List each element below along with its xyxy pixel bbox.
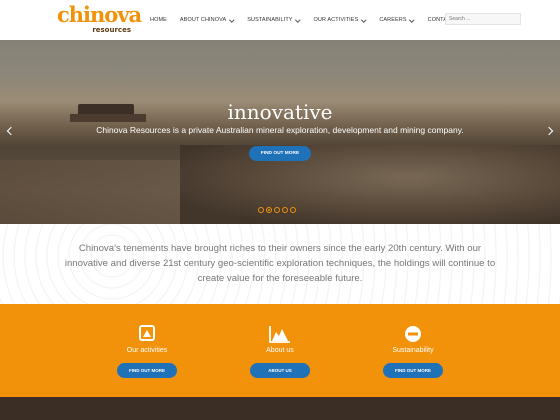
- slider-dots: [258, 207, 296, 213]
- slider-next-arrow-icon[interactable]: [546, 126, 554, 136]
- our-activities-find-out-more-button[interactable]: FIND OUT MORE: [117, 363, 177, 378]
- slider-dot-3[interactable]: [274, 207, 280, 213]
- triangle-box-icon: [139, 325, 155, 341]
- feature-label: About us: [266, 347, 294, 354]
- chevron-down-icon: [229, 18, 234, 23]
- nav-item-home[interactable]: HOME: [150, 17, 167, 23]
- nav-item-our-activities[interactable]: OUR ACTIVITIES: [314, 17, 367, 23]
- chevron-down-icon: [361, 18, 366, 23]
- hero-title: innovative: [227, 100, 333, 124]
- footer-image-strip: [0, 397, 560, 420]
- sustainability-find-out-more-button[interactable]: FIND OUT MORE: [383, 363, 443, 378]
- feature-sustainability: Sustainability FIND OUT MORE: [353, 304, 473, 397]
- feature-about-us: About us ABOUT US: [220, 304, 340, 397]
- hero-text: Chinova Resources is a private Australia…: [96, 125, 464, 135]
- hero-background-mine-pit: [180, 145, 560, 224]
- chinova-logo[interactable]: chinova resources: [57, 3, 142, 35]
- chevron-down-icon: [296, 18, 301, 23]
- about-us-button[interactable]: ABOUT US: [250, 363, 310, 378]
- site-header: chinova resources HOME ABOUT CHINOVA SUS…: [0, 0, 560, 40]
- minus-circle-icon: [405, 326, 421, 342]
- intro-text: Chinova’s tenements have brought riches …: [64, 243, 496, 284]
- intro-section: Chinova’s tenements have brought riches …: [0, 224, 560, 304]
- slider-dot-1[interactable]: [258, 207, 264, 213]
- feature-label: Our activities: [126, 347, 168, 354]
- hero-find-out-more-button[interactable]: FIND OUT MORE: [249, 146, 311, 161]
- chevron-down-icon: [410, 18, 415, 23]
- slider-dot-4[interactable]: [282, 207, 288, 213]
- logo-wordmark: chinova: [57, 2, 142, 27]
- main-nav: HOME ABOUT CHINOVA SUSTAINABILITY OUR AC…: [150, 17, 468, 23]
- mountain-chart-icon: [269, 326, 290, 343]
- nav-item-careers[interactable]: CAREERS: [379, 17, 414, 23]
- features-section: Our activities FIND OUT MORE About us AB…: [0, 304, 560, 397]
- search-input[interactable]: [445, 13, 521, 25]
- slider-dot-5[interactable]: [290, 207, 296, 213]
- feature-label: Sustainability: [392, 347, 434, 354]
- nav-item-sustainability[interactable]: SUSTAINABILITY: [247, 17, 300, 23]
- logo-subtitle: resources: [92, 26, 131, 34]
- hero-slider: innovative Chinova Resources is a privat…: [0, 40, 560, 224]
- slider-prev-arrow-icon[interactable]: [6, 126, 14, 136]
- slider-dot-2[interactable]: [266, 207, 272, 213]
- feature-our-activities: Our activities FIND OUT MORE: [87, 304, 207, 397]
- nav-item-about-chinova[interactable]: ABOUT CHINOVA: [180, 17, 234, 23]
